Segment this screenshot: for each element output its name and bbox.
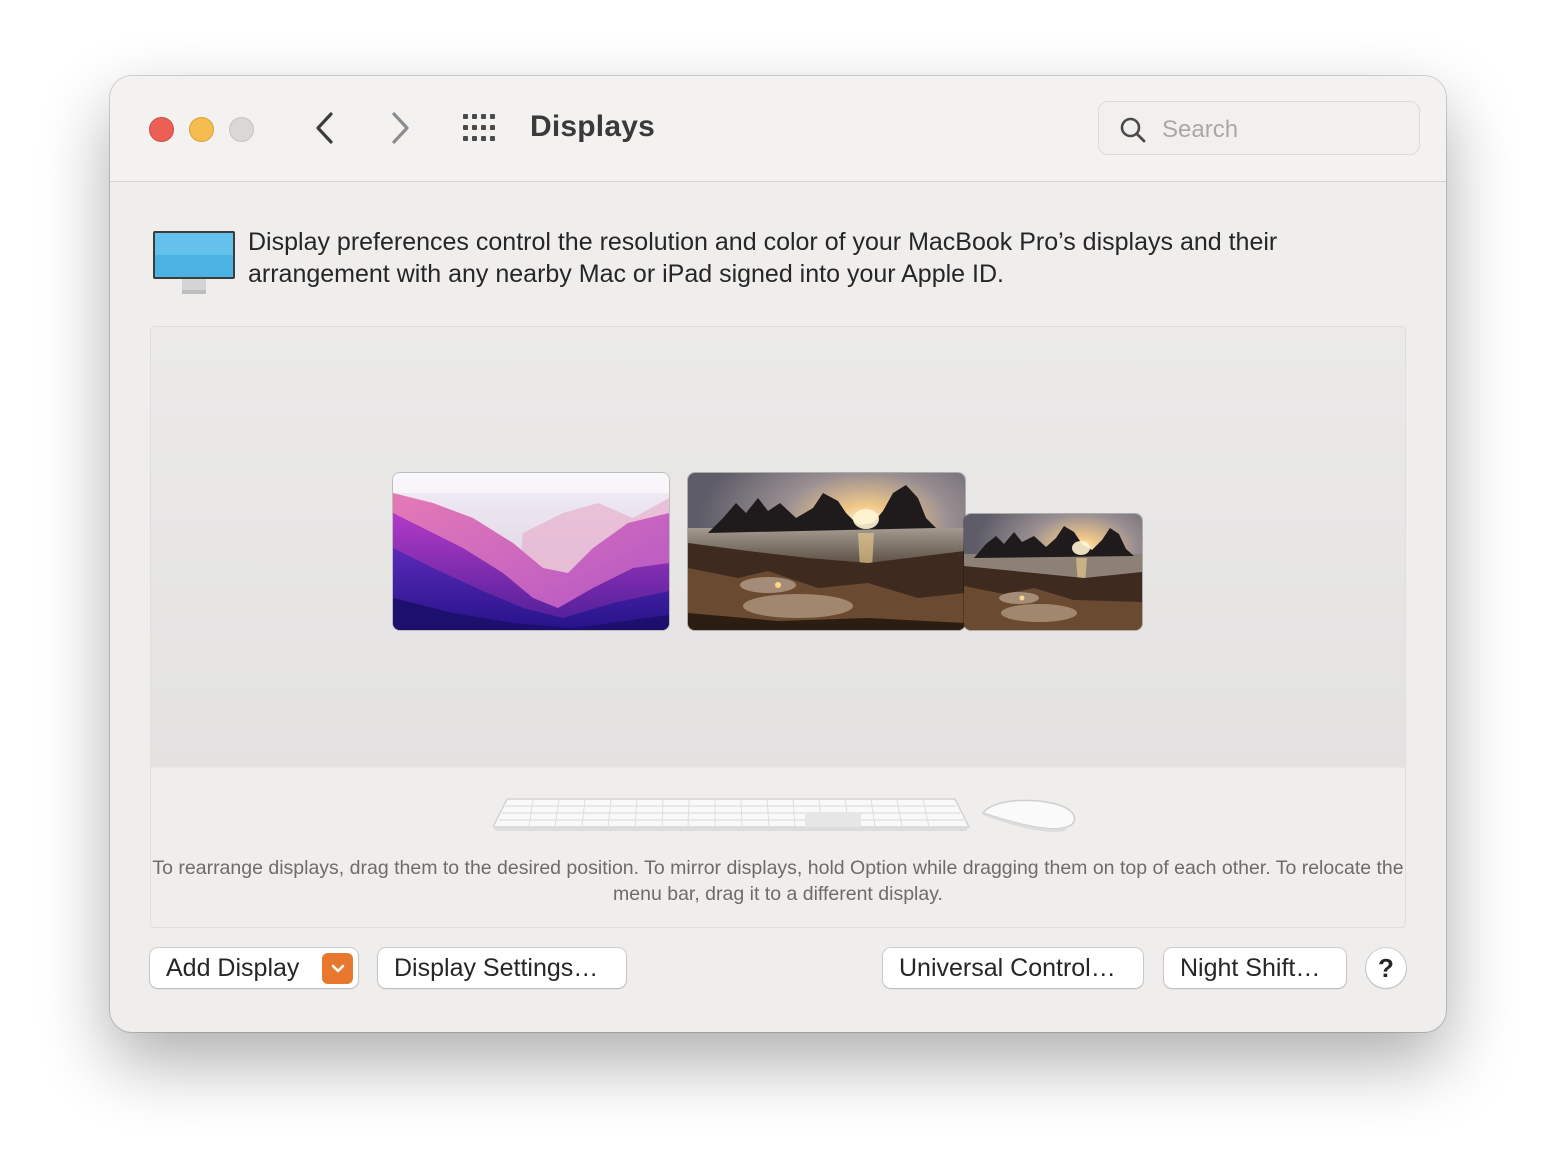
search-field[interactable] xyxy=(1098,101,1420,155)
window-title: Displays xyxy=(530,110,655,143)
minimize-button[interactable] xyxy=(189,117,214,142)
search-icon xyxy=(1120,117,1146,143)
zoom-button[interactable] xyxy=(229,117,254,142)
night-shift-button[interactable]: Night Shift… xyxy=(1164,948,1346,988)
show-all-grid-icon xyxy=(463,114,495,141)
universal-control-label: Universal Control… xyxy=(899,953,1116,982)
universal-control-button[interactable]: Universal Control… xyxy=(883,948,1143,988)
search-input[interactable] xyxy=(1160,112,1404,148)
peripherals-illustration xyxy=(493,798,1076,832)
help-button[interactable]: ? xyxy=(1366,948,1406,988)
intro-description: Display preferences control the resoluti… xyxy=(248,228,1278,288)
keyboard-icon xyxy=(493,798,971,831)
display-2-thumbnail[interactable] xyxy=(688,473,965,630)
display-settings-label: Display Settings… xyxy=(394,953,599,982)
add-display-dropdown[interactable] xyxy=(322,953,353,984)
display-arrangement-area[interactable]: To rearrange displays, drag them to the … xyxy=(150,326,1406,928)
rocky-sunset-wallpaper xyxy=(964,514,1142,630)
night-shift-label: Night Shift… xyxy=(1180,953,1321,982)
add-display-label: Add Display xyxy=(166,953,300,982)
chevron-left-icon xyxy=(316,112,333,144)
title-bar: Displays xyxy=(110,76,1446,182)
displays-preferences-window: Displays Display preferences control the… xyxy=(110,76,1446,1032)
display-monitor-icon xyxy=(153,231,235,294)
mouse-icon xyxy=(981,799,1076,832)
purple-mountains-wallpaper xyxy=(393,473,669,630)
arrangement-hint: To rearrange displays, drag them to the … xyxy=(152,857,1404,905)
show-all-button[interactable] xyxy=(461,112,501,144)
rocky-sunset-wallpaper xyxy=(688,473,965,630)
back-button[interactable] xyxy=(307,110,343,146)
forward-button[interactable] xyxy=(382,110,418,146)
chevron-down-icon xyxy=(331,964,344,972)
add-display-button[interactable]: Add Display xyxy=(150,948,358,988)
chevron-right-icon xyxy=(392,112,409,144)
display-settings-button[interactable]: Display Settings… xyxy=(378,948,626,988)
menu-bar-indicator[interactable] xyxy=(393,473,669,493)
display-3-thumbnail[interactable] xyxy=(964,514,1142,630)
help-label: ? xyxy=(1378,952,1394,983)
close-button[interactable] xyxy=(149,117,174,142)
display-1-thumbnail[interactable] xyxy=(393,473,669,630)
